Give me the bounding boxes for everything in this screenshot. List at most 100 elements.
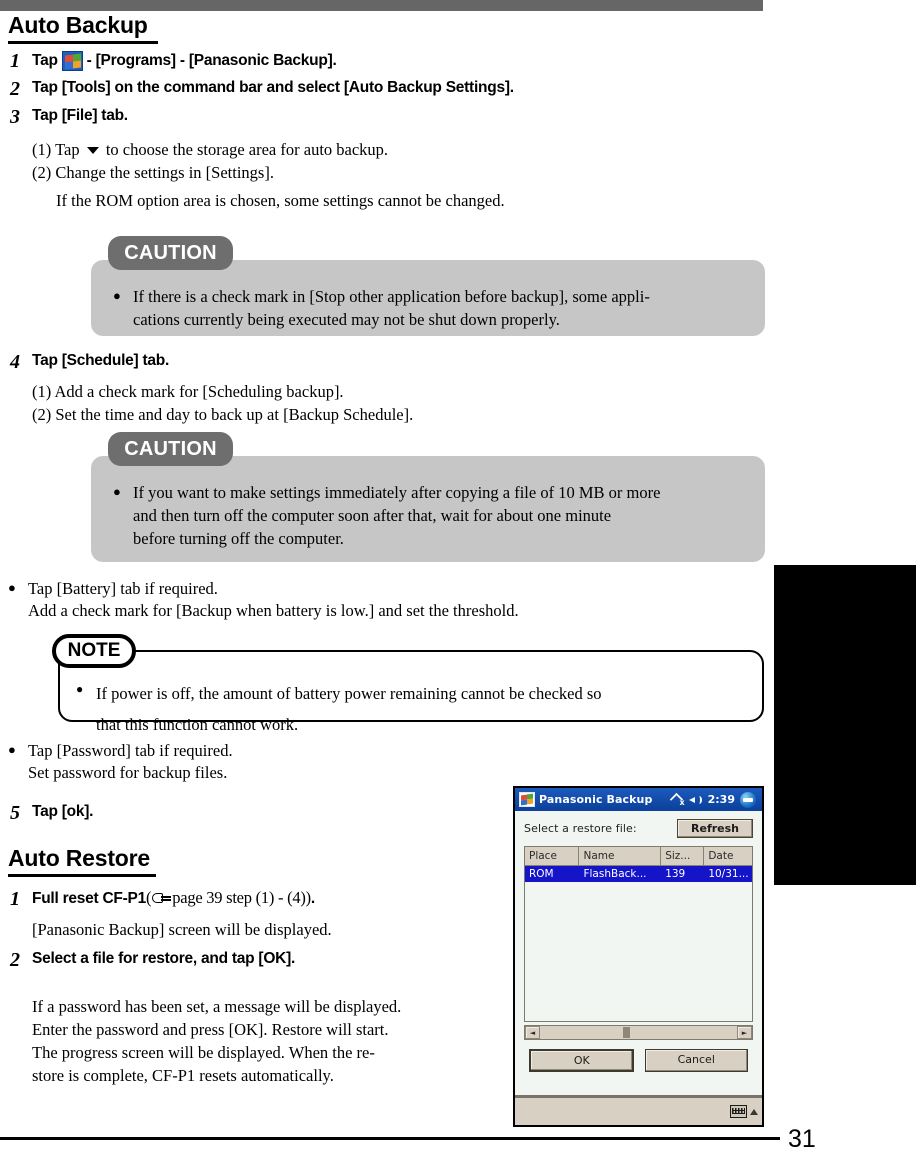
password-tab-item: ● Tap [Password] tab if required. Set pa… <box>8 740 233 784</box>
caution-box-2: CAUTION ● If you want to make settings i… <box>53 432 765 562</box>
column-header-size[interactable]: Siz... <box>661 847 705 865</box>
step-2-number: 2 <box>10 78 20 100</box>
restore-step-2-body-line-3: The progress screen will be displayed. W… <box>32 1043 375 1062</box>
step-1-text-post: - [Programs] - [Panasonic Backup]. <box>86 52 337 70</box>
step-4-substep-2: (2) Set the time and day to back up at [… <box>32 405 414 424</box>
section-heading-auto-restore: Auto Restore <box>8 845 156 877</box>
column-header-name[interactable]: Name <box>579 847 662 865</box>
step-4-number: 4 <box>10 351 20 373</box>
heading-underline-2 <box>8 874 156 877</box>
scrollbar-thumb[interactable] <box>622 1027 630 1038</box>
scrollbar-track[interactable] <box>540 1026 737 1039</box>
note-body: ● If power is off, the amount of battery… <box>58 650 764 734</box>
note-line-2: that this function cannot work. <box>96 715 299 735</box>
page-number: 31 <box>788 1125 816 1153</box>
refresh-button[interactable]: Refresh <box>677 819 753 838</box>
step-2-text: Tap [Tools] on the command bar and selec… <box>32 79 514 96</box>
cell-place: ROM <box>529 868 554 880</box>
pda-prompt-label: Select a restore file: <box>524 822 637 835</box>
step-3: 3 Tap [File] tab. <box>10 107 128 128</box>
ok-button[interactable]: OK <box>529 1049 635 1072</box>
restore-step-2-body-line-1: If a password has been set, a message wi… <box>32 997 402 1016</box>
step-4: 4 Tap [Schedule] tab. <box>10 352 169 373</box>
restore-step-2-number: 2 <box>10 949 20 971</box>
pda-title-label: Panasonic Backup <box>539 793 653 806</box>
caution-1-text: If there is a check mark in [Stop other … <box>133 286 650 332</box>
pda-client-area: Select a restore file: Refresh Place Nam… <box>515 811 762 1095</box>
column-header-place[interactable]: Place <box>525 847 580 865</box>
battery-item-text: Tap [Battery] tab if required. Add a che… <box>28 578 519 622</box>
network-badge: x <box>679 798 685 807</box>
restore-step-1-bold-post: . <box>310 889 315 907</box>
step-3-substep-2: (2) Change the settings in [Settings]. <box>32 163 274 182</box>
battery-item-line-1: Tap [Battery] tab if required. <box>28 579 218 598</box>
caution-box-1: CAUTION ● If there is a check mark in [S… <box>53 236 765 336</box>
step-2: 2 Tap [Tools] on the command bar and sel… <box>10 79 514 100</box>
section-heading-auto-restore-label: Auto Restore <box>8 845 151 871</box>
table-row[interactable]: ROM FlashBack... 139 10/31... <box>525 866 752 882</box>
restore-step-2-text: Select a file for restore, and tap [OK]. <box>32 950 296 967</box>
status-orb-icon[interactable] <box>740 791 756 808</box>
note-tag: NOTE <box>52 634 136 668</box>
password-item-line-2: Set password for backup files. <box>28 762 228 782</box>
step-1: 1 Tap - [Programs] - [Panasonic Backup]. <box>10 51 337 72</box>
column-header-date[interactable]: Date <box>704 847 752 865</box>
step-1-text-pre: Tap <box>32 52 58 70</box>
battery-item-bullet: ● <box>8 580 16 595</box>
password-item-bullet: ● <box>8 742 16 757</box>
restore-step-1-number: 1 <box>10 888 20 910</box>
clock-label[interactable]: 2:39 <box>708 793 735 806</box>
restore-step-1-bold-pre: Full reset CF-P1 <box>32 889 146 907</box>
step-3-substep-1-pre: (1) Tap <box>32 140 84 159</box>
network-disconnected-icon[interactable]: x <box>671 793 685 807</box>
cell-name: FlashBack... <box>583 868 647 880</box>
step-3-text: Tap [File] tab. <box>32 107 128 124</box>
chevron-up-icon[interactable] <box>750 1108 758 1115</box>
restore-step-1-follow: [Panasonic Backup] screen will be displa… <box>32 920 332 939</box>
caution-2-line-2: and then turn off the computer soon afte… <box>133 505 612 525</box>
battery-tab-item: ● Tap [Battery] tab if required. Add a c… <box>8 578 519 622</box>
cell-date: 10/31... <box>708 868 749 880</box>
restore-step-2: 2 Select a file for restore, and tap [OK… <box>10 950 295 971</box>
caution-2-body: ● If you want to make settings immediate… <box>91 456 765 562</box>
pda-screenshot: Panasonic Backup x 2:39 Select a restore… <box>513 786 764 1127</box>
pda-system-tray: x 2:39 <box>671 791 758 808</box>
cancel-button[interactable]: Cancel <box>644 1049 748 1072</box>
cell-size: 139 <box>665 868 686 880</box>
table-header-row: Place Name Siz... Date <box>525 847 752 866</box>
section-heading-auto-backup: Auto Backup <box>8 12 158 44</box>
caution-1-bullet: ● <box>113 288 121 303</box>
note-box: NOTE ● If power is off, the amount of ba… <box>52 634 766 734</box>
step-4-text: Tap [Schedule] tab. <box>32 352 170 369</box>
restore-file-table[interactable]: Place Name Siz... Date ROM FlashBack... … <box>524 846 753 1022</box>
step-4-substep-1: (1) Add a check mark for [Scheduling bac… <box>32 382 344 401</box>
step-5-number: 5 <box>10 802 20 824</box>
soft-input-panel-icon[interactable] <box>730 1105 747 1118</box>
horizontal-scrollbar[interactable]: ◄ ► <box>524 1025 753 1040</box>
restore-step-2-body-line-4: store is complete, CF-P1 resets automati… <box>32 1066 334 1085</box>
step-1-text: Tap - [Programs] - [Panasonic Backup]. <box>32 51 337 71</box>
windows-start-icon[interactable] <box>519 792 535 807</box>
password-item-text: Tap [Password] tab if required. Set pass… <box>28 740 233 784</box>
windows-start-icon <box>61 51 83 71</box>
caution-2-tag: CAUTION <box>108 432 233 466</box>
restore-step-1: 1 Full reset CF-P1( page 39 step (1) - (… <box>10 888 315 910</box>
note-bullet: ● <box>76 682 84 696</box>
caution-1-body: ● If there is a check mark in [Stop othe… <box>91 260 765 336</box>
page-header-bar <box>0 0 763 11</box>
pda-command-bar <box>515 1095 762 1125</box>
pda-titlebar: Panasonic Backup x 2:39 <box>515 788 762 811</box>
battery-item-line-2: Add a check mark for [Backup when batter… <box>28 600 519 620</box>
caution-1-tag: CAUTION <box>108 236 233 270</box>
scroll-right-arrow-icon[interactable]: ► <box>737 1026 752 1039</box>
restore-step-1-ref-open: ( <box>146 888 152 907</box>
scroll-left-arrow-icon[interactable]: ◄ <box>525 1026 540 1039</box>
dialog-button-row: OK Cancel <box>524 1049 753 1072</box>
restore-step-1-ref-text: page 39 step (1) - (4) <box>172 888 306 907</box>
section-heading-auto-backup-label: Auto Backup <box>8 12 148 38</box>
caution-2-line-1: If you want to make settings immediately… <box>133 483 661 502</box>
caution-1-line-1: If there is a check mark in [Stop other … <box>133 287 650 306</box>
pointing-hand-icon <box>152 892 172 904</box>
speaker-icon[interactable] <box>688 794 703 806</box>
pda-prompt-row: Select a restore file: Refresh <box>524 819 753 838</box>
